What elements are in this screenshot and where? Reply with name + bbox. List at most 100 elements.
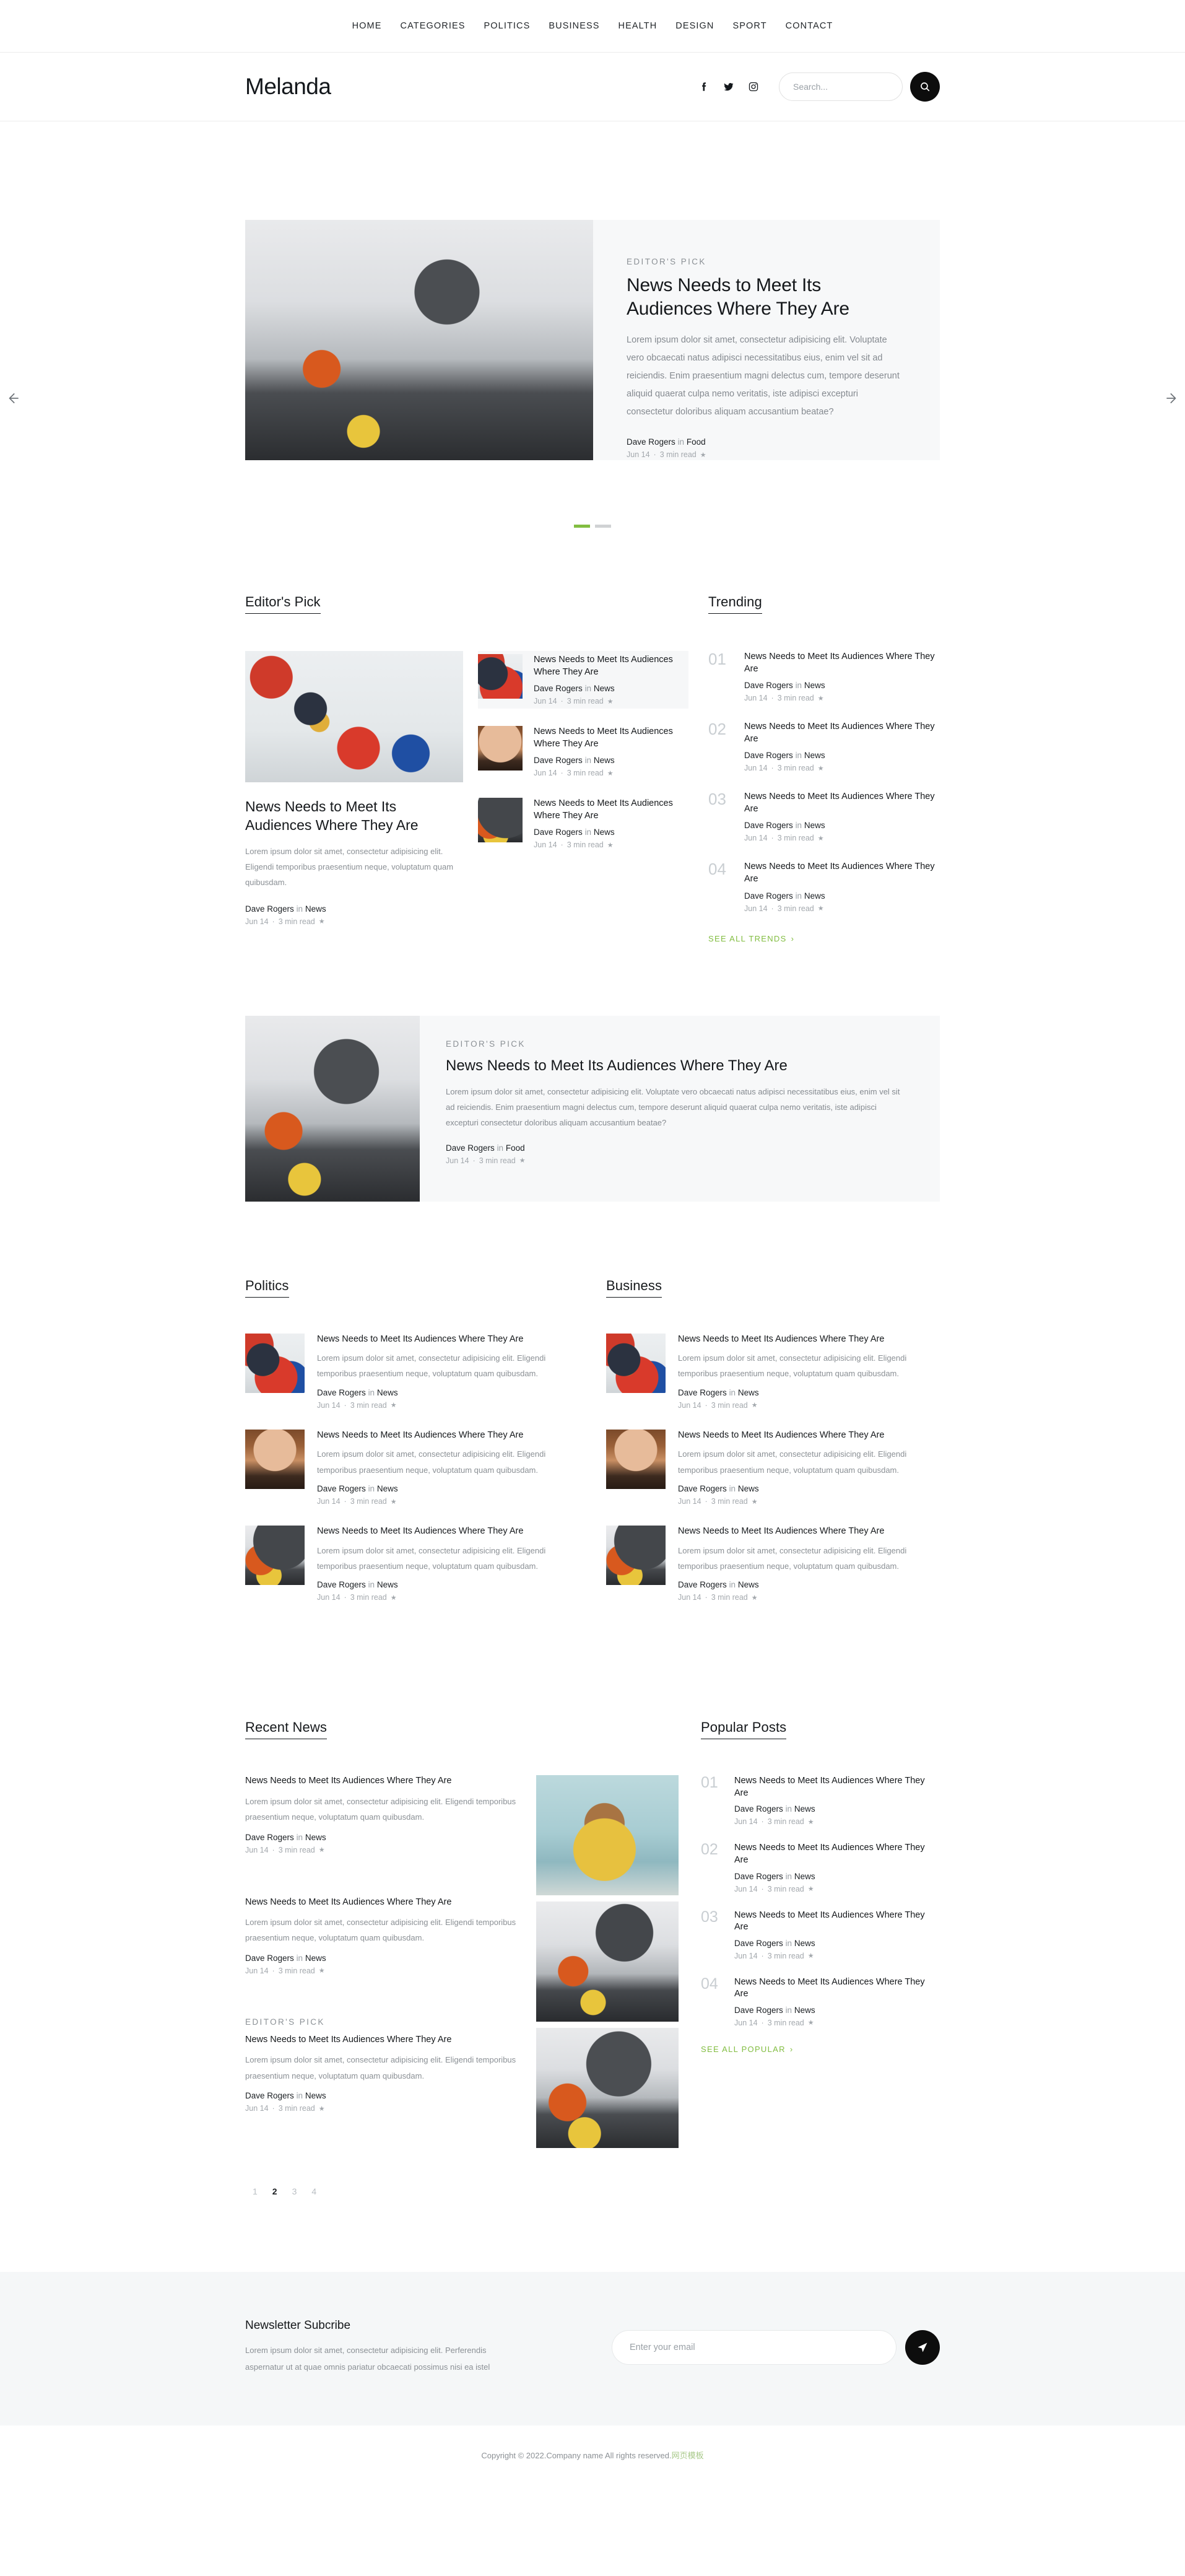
slider-dot-2[interactable] (595, 525, 611, 528)
popular-post-author[interactable]: Dave Rogers (734, 1804, 783, 1814)
trending-title[interactable]: News Needs to Meet Its Audiences Where T… (744, 861, 940, 885)
bookmark-star-icon[interactable]: ★ (808, 2019, 814, 2027)
recent-news-thumbnail-2[interactable] (536, 1901, 679, 2022)
bookmark-star-icon[interactable]: ★ (391, 1498, 397, 1506)
recent-news-item[interactable]: News Needs to Meet Its Audiences Where T… (245, 1897, 516, 1975)
category-article[interactable]: News Needs to Meet Its Audiences Where T… (606, 1429, 940, 1506)
nav-item-design[interactable]: DESIGN (675, 21, 714, 31)
list-item[interactable]: News Needs to Meet Its Audiences Where T… (478, 651, 688, 709)
hero-card[interactable]: EDITOR'S PICK News Needs to Meet Its Aud… (245, 220, 940, 460)
bookmark-star-icon[interactable]: ★ (391, 1594, 397, 1602)
recent-news-category[interactable]: News (305, 1954, 326, 1963)
popular-post-item[interactable]: 04 News Needs to Meet Its Audiences Wher… (701, 1976, 940, 2027)
nav-item-business[interactable]: BUSINESS (549, 21, 599, 31)
list-item-category[interactable]: News (594, 684, 615, 693)
category-article-title[interactable]: News Needs to Meet Its Audiences Where T… (317, 1334, 579, 1346)
bookmark-star-icon[interactable]: ★ (752, 1401, 758, 1409)
popular-post-category[interactable]: News (794, 1804, 815, 1814)
pagination-page-2[interactable]: 2 (272, 2186, 277, 2196)
list-item-author[interactable]: Dave Rogers (534, 827, 583, 837)
popular-post-title[interactable]: News Needs to Meet Its Audiences Where T… (734, 1842, 940, 1866)
nav-item-home[interactable]: HOME (352, 21, 382, 31)
category-article-author[interactable]: Dave Rogers (678, 1484, 727, 1493)
bookmark-star-icon[interactable]: ★ (319, 917, 325, 925)
twitter-icon[interactable] (723, 81, 734, 92)
bookmark-star-icon[interactable]: ★ (607, 697, 614, 705)
bookmark-star-icon[interactable]: ★ (818, 764, 824, 772)
trending-category[interactable]: News (804, 681, 825, 690)
see-all-trends-link[interactable]: SEE ALL TRENDS › (708, 934, 794, 943)
trending-title[interactable]: News Needs to Meet Its Audiences Where T… (744, 721, 940, 745)
list-item-category[interactable]: News (594, 827, 615, 837)
bookmark-star-icon[interactable]: ★ (752, 1498, 758, 1506)
bookmark-star-icon[interactable]: ★ (319, 2105, 325, 2113)
category-article-category[interactable]: News (738, 1388, 759, 1397)
bookmark-star-icon[interactable]: ★ (519, 1156, 526, 1164)
popular-post-title[interactable]: News Needs to Meet Its Audiences Where T… (734, 1775, 940, 1799)
nav-item-health[interactable]: HEALTH (619, 21, 658, 31)
recent-news-title[interactable]: News Needs to Meet Its Audiences Where T… (245, 1897, 516, 1909)
bookmark-star-icon[interactable]: ★ (808, 1952, 814, 1960)
slider-next-button[interactable] (1164, 390, 1180, 406)
popular-post-item[interactable]: 01 News Needs to Meet Its Audiences Wher… (701, 1775, 940, 1827)
list-item-title[interactable]: News Needs to Meet Its Audiences Where T… (534, 654, 682, 678)
list-item-category[interactable]: News (594, 756, 615, 765)
popular-post-item[interactable]: 02 News Needs to Meet Its Audiences Wher… (701, 1842, 940, 1893)
slider-dot-1[interactable] (574, 525, 590, 528)
category-article-title[interactable]: News Needs to Meet Its Audiences Where T… (317, 1430, 579, 1442)
category-article[interactable]: News Needs to Meet Its Audiences Where T… (245, 1526, 579, 1602)
popular-post-title[interactable]: News Needs to Meet Its Audiences Where T… (734, 1910, 940, 1934)
category-article-author[interactable]: Dave Rogers (678, 1580, 727, 1589)
bookmark-star-icon[interactable]: ★ (319, 1967, 325, 1975)
trending-title[interactable]: News Needs to Meet Its Audiences Where T… (744, 651, 940, 675)
instagram-icon[interactable] (748, 81, 759, 92)
list-item[interactable]: News Needs to Meet Its Audiences Where T… (478, 723, 688, 780)
bookmark-star-icon[interactable]: ★ (818, 694, 824, 702)
facebook-icon[interactable] (698, 81, 710, 92)
trending-title[interactable]: News Needs to Meet Its Audiences Where T… (744, 791, 940, 815)
nav-item-sport[interactable]: SPORT (732, 21, 766, 31)
list-item-title[interactable]: News Needs to Meet Its Audiences Where T… (534, 726, 682, 750)
category-article[interactable]: News Needs to Meet Its Audiences Where T… (245, 1429, 579, 1506)
category-article-category[interactable]: News (738, 1484, 759, 1493)
editors-pick-feature[interactable]: News Needs to Meet Its Audiences Where T… (245, 651, 463, 926)
category-article-author[interactable]: Dave Rogers (678, 1388, 727, 1397)
list-item-title[interactable]: News Needs to Meet Its Audiences Where T… (534, 798, 682, 822)
trending-item[interactable]: 04 News Needs to Meet Its Audiences Wher… (708, 861, 940, 912)
recent-news-author[interactable]: Dave Rogers (245, 1833, 294, 1842)
pagination-page-1[interactable]: 1 (253, 2186, 258, 2196)
bookmark-star-icon[interactable]: ★ (607, 769, 614, 777)
hero-category[interactable]: Food (687, 437, 706, 447)
category-article[interactable]: News Needs to Meet Its Audiences Where T… (606, 1526, 940, 1602)
trending-author[interactable]: Dave Rogers (744, 681, 793, 690)
bookmark-star-icon[interactable]: ★ (391, 1401, 397, 1409)
secondary-hero-author[interactable]: Dave Rogers (446, 1143, 495, 1153)
recent-news-author[interactable]: Dave Rogers (245, 1954, 294, 1963)
category-article-category[interactable]: News (377, 1580, 398, 1589)
hero-author[interactable]: Dave Rogers (627, 437, 675, 447)
category-article-author[interactable]: Dave Rogers (317, 1388, 366, 1397)
bookmark-star-icon[interactable]: ★ (752, 1594, 758, 1602)
search-button[interactable] (910, 72, 940, 102)
nav-item-categories[interactable]: CATEGORIES (401, 21, 466, 31)
recent-news-thumbnail-1[interactable] (536, 1775, 679, 1896)
category-article-author[interactable]: Dave Rogers (317, 1580, 366, 1589)
nav-item-politics[interactable]: POLITICS (484, 21, 531, 31)
nav-item-contact[interactable]: CONTACT (786, 21, 833, 31)
newsletter-email-input[interactable] (612, 2330, 896, 2365)
feature-category[interactable]: News (305, 904, 326, 914)
trending-item[interactable]: 01 News Needs to Meet Its Audiences Wher… (708, 651, 940, 702)
site-logo[interactable]: Melanda (245, 74, 331, 100)
recent-news-category[interactable]: News (305, 1833, 326, 1842)
category-article[interactable]: News Needs to Meet Its Audiences Where T… (245, 1333, 579, 1410)
category-article-title[interactable]: News Needs to Meet Its Audiences Where T… (317, 1526, 579, 1538)
category-article-category[interactable]: News (377, 1484, 398, 1493)
pagination-page-3[interactable]: 3 (292, 2186, 297, 2196)
recent-news-author[interactable]: Dave Rogers (245, 2091, 294, 2100)
list-item[interactable]: News Needs to Meet Its Audiences Where T… (478, 795, 688, 852)
popular-post-author[interactable]: Dave Rogers (734, 1872, 783, 1881)
list-item-author[interactable]: Dave Rogers (534, 684, 583, 693)
popular-post-category[interactable]: News (794, 1939, 815, 1948)
popular-post-author[interactable]: Dave Rogers (734, 2006, 783, 2015)
slider-prev-button[interactable] (5, 390, 21, 406)
